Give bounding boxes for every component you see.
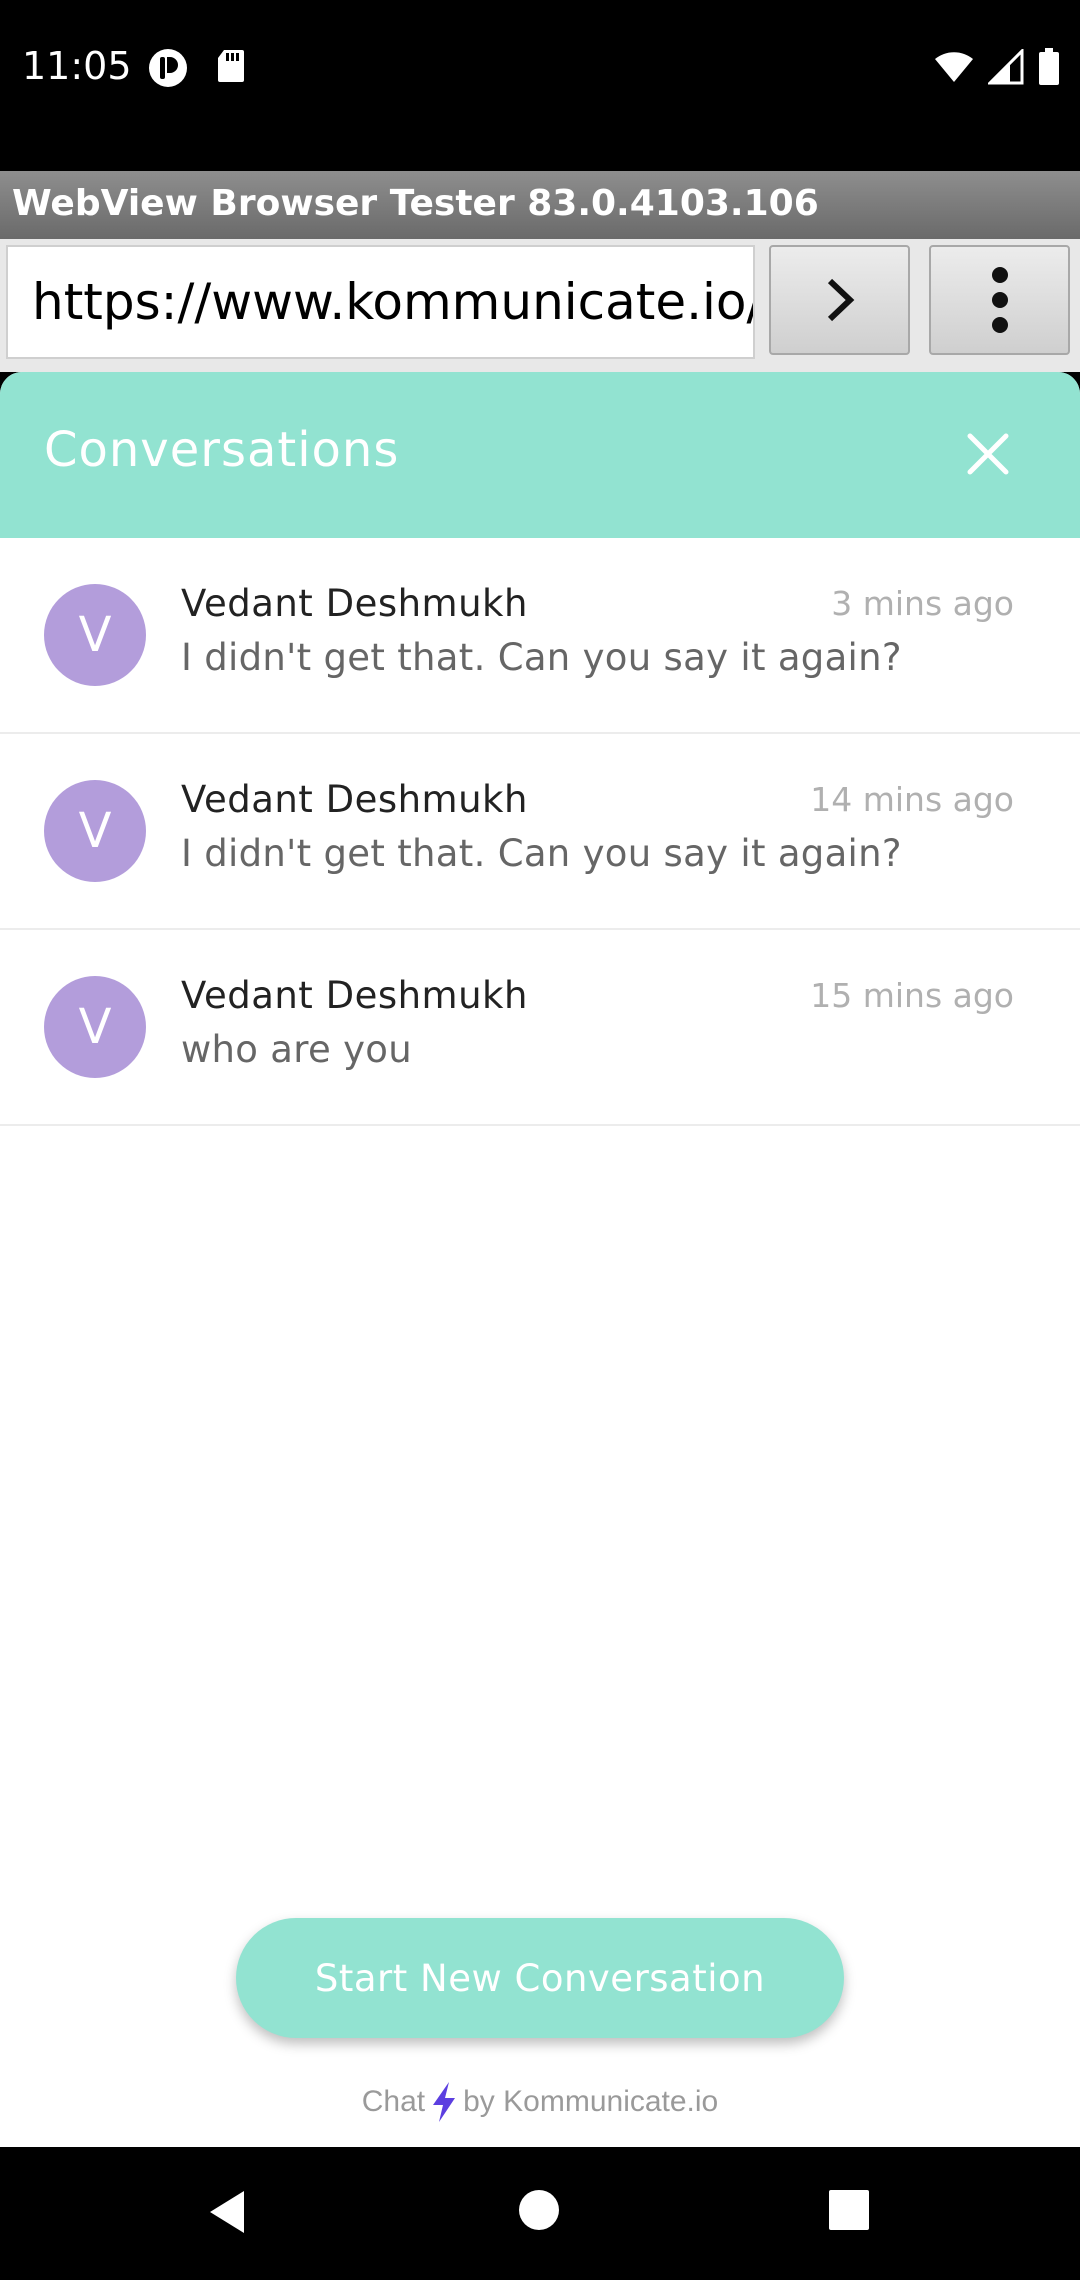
conversation-list: V Vedant Deshmukh 3 mins ago I didn't ge…	[0, 538, 1080, 1126]
avatar: V	[44, 780, 146, 882]
conversation-time: 15 mins ago	[810, 976, 1014, 1015]
conversation-item[interactable]: V Vedant Deshmukh 15 mins ago who are yo…	[0, 930, 1080, 1126]
start-new-conversation-button[interactable]: Start New Conversation	[236, 1918, 844, 2038]
conversation-name: Vedant Deshmukh	[181, 778, 528, 821]
close-icon[interactable]	[958, 424, 1018, 484]
back-icon[interactable]	[204, 2187, 250, 2237]
recents-icon[interactable]	[826, 2187, 872, 2233]
wifi-icon	[935, 52, 973, 82]
powered-prefix: Chat	[361, 2085, 426, 2118]
conversation-name: Vedant Deshmukh	[181, 582, 528, 625]
chat-widget: Conversations V Vedant Deshmukh 3 mins a…	[0, 372, 1080, 2147]
widget-header: Conversations	[0, 372, 1080, 538]
conversation-time: 3 mins ago	[831, 584, 1014, 623]
avatar: V	[44, 584, 146, 686]
go-button[interactable]	[769, 245, 910, 355]
status-icons-right	[934, 48, 1060, 86]
conversation-name: Vedant Deshmukh	[181, 974, 528, 1017]
widget-title: Conversations	[44, 422, 400, 478]
sd-card-icon	[218, 50, 244, 82]
conversation-item[interactable]: V Vedant Deshmukh 3 mins ago I didn't ge…	[0, 538, 1080, 734]
privacy-dot-icon	[149, 49, 187, 87]
more-vertical-icon	[991, 267, 1008, 333]
conversation-item[interactable]: V Vedant Deshmukh 14 mins ago I didn't g…	[0, 734, 1080, 930]
signal-icon	[988, 49, 1024, 85]
status-time: 11:05	[22, 44, 132, 88]
home-icon[interactable]	[516, 2187, 562, 2233]
navigation-bar	[0, 2147, 1080, 2280]
url-row: https://www.kommunicate.io/live	[0, 239, 1080, 372]
browser-title: WebView Browser Tester 83.0.4103.106	[12, 183, 819, 224]
chevron-right-icon	[827, 278, 854, 322]
powered-suffix: by Kommunicate.io	[463, 2085, 719, 2118]
powered-by[interactable]: Chat by Kommunicate.io	[0, 2082, 1080, 2122]
browser-title-bar: WebView Browser Tester 83.0.4103.106	[0, 171, 1080, 239]
conversation-message: who are you	[181, 1028, 412, 1071]
avatar: V	[44, 976, 146, 1078]
conversation-message: I didn't get that. Can you say it again?	[181, 636, 902, 679]
overflow-menu-button[interactable]	[929, 245, 1070, 355]
url-input[interactable]: https://www.kommunicate.io/live	[6, 245, 755, 359]
conversation-time: 14 mins ago	[810, 780, 1014, 819]
conversation-message: I didn't get that. Can you say it again?	[181, 832, 902, 875]
lightning-bolt-icon	[433, 2082, 456, 2122]
status-bar: 11:05	[0, 0, 1080, 171]
battery-icon	[1039, 48, 1059, 85]
